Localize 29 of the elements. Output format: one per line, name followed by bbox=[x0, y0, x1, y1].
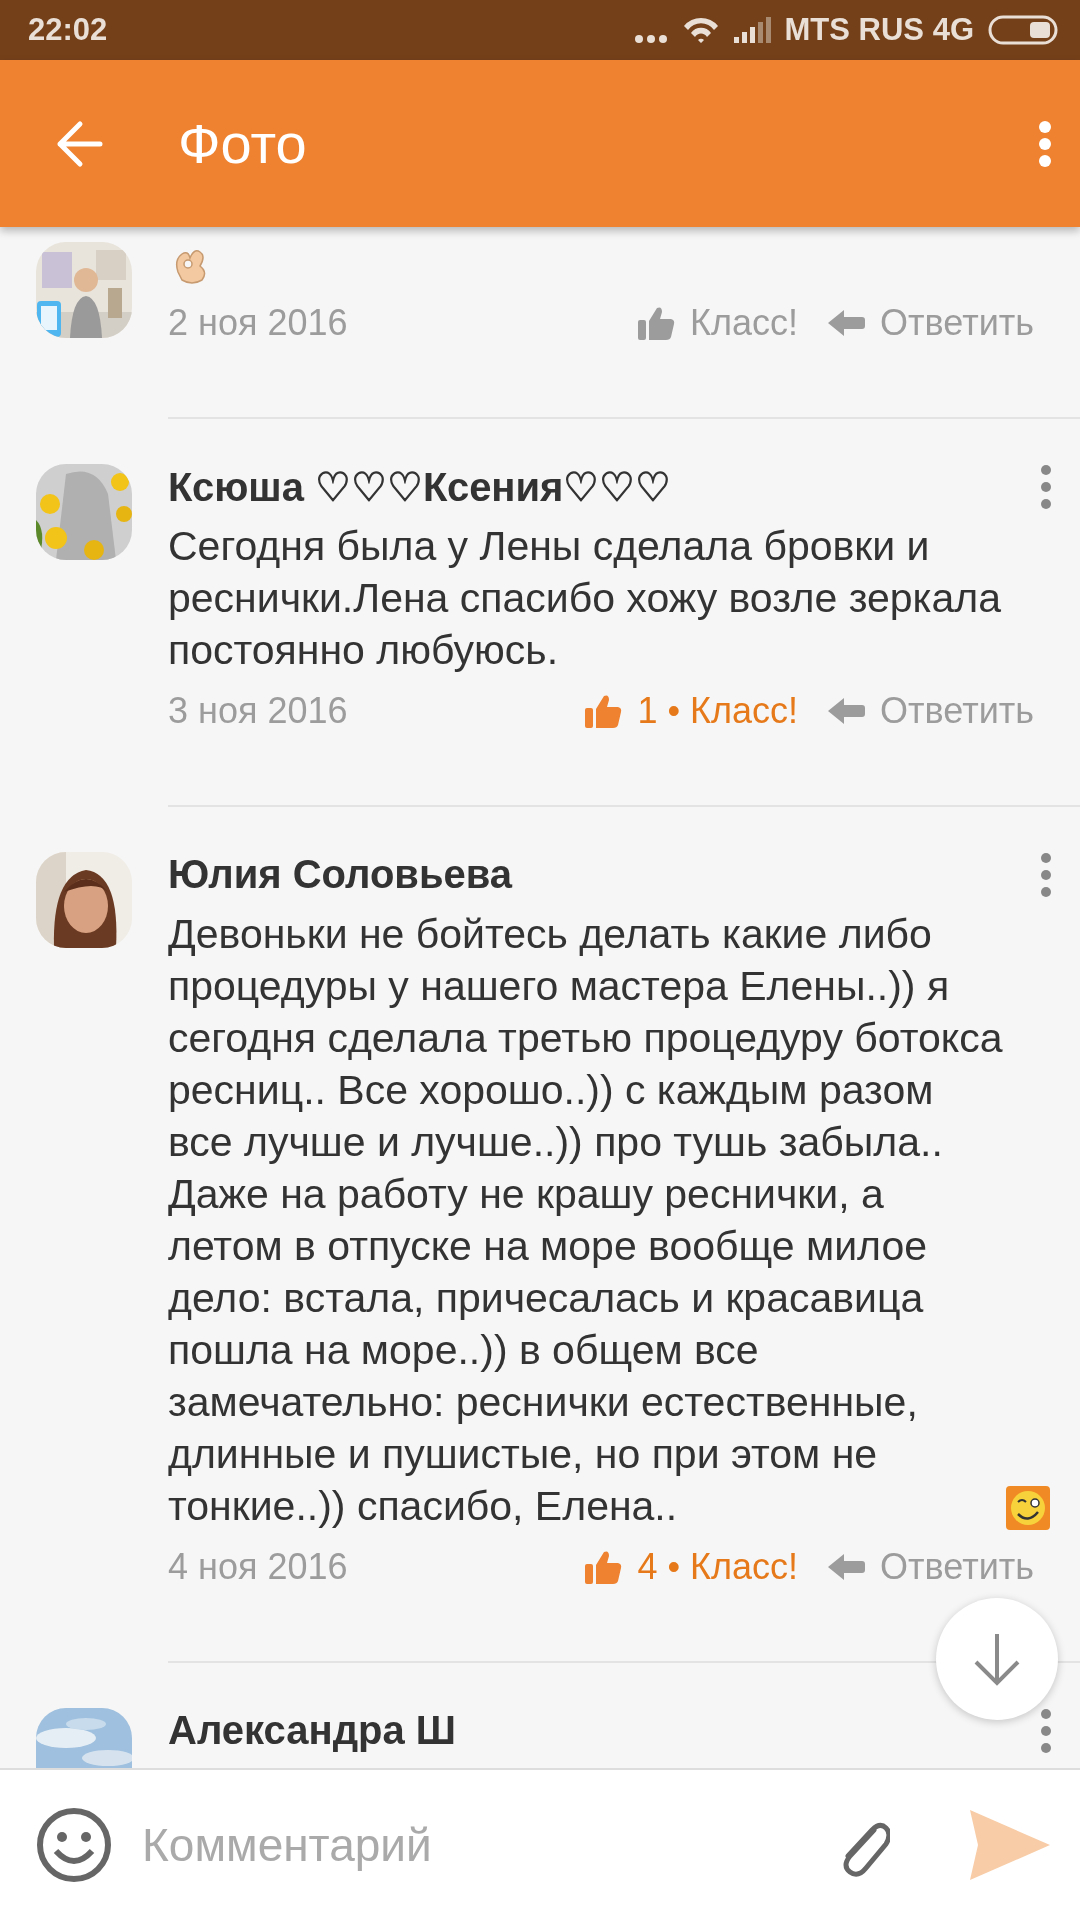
more-icon[interactable] bbox=[1040, 464, 1052, 510]
author-name: Юлия Соловьева bbox=[168, 852, 514, 897]
reply-button[interactable]: Ответить bbox=[826, 302, 1034, 344]
like-button[interactable]: Класс! bbox=[636, 302, 799, 344]
screen-title: Фото bbox=[178, 111, 308, 176]
battery-icon bbox=[988, 15, 1058, 45]
comment-text: Сегодня была у Лены сделала бровки и реснички.Лена спасибо хожу возле зеркала постоянно любуюсь. bbox=[168, 522, 1002, 675]
signal-icon bbox=[733, 17, 771, 43]
more-icon[interactable] bbox=[1040, 852, 1052, 898]
like-button[interactable]: 4 • Класс! bbox=[583, 1546, 799, 1588]
clock: 22:02 bbox=[28, 12, 109, 48]
comment-text: Девоньки не бойтесь делать какие либо процедуры у нашего мастера Елены..)) я сегодня сделала третью процедуру ботокса ресниц.. Все хорошо..)) с каждым разом все лучше и лучше..)) про тушь забыла.. Даже на работу не крашу реснички, а летом в отпуске на море вообще милое дело: встала, причесалась и красавица пошла на море..)) в общем все замечательно: реснички естественные, длинные и пушистые, но при этом не тонкие..)) спасибо, Елена.. bbox=[168, 910, 1004, 1531]
author-name: Ксюша ♡♡♡Ксения♡♡♡ bbox=[168, 464, 673, 510]
reply-button[interactable]: Ответить bbox=[826, 690, 1034, 732]
menu-icon[interactable] bbox=[1038, 119, 1052, 168]
carrier-label: MTS RUS 4G bbox=[784, 12, 974, 48]
like-button[interactable]: 1 • Класс! bbox=[583, 690, 799, 732]
comment-date: 2 ноя 2016 bbox=[168, 302, 349, 344]
comment-date: 3 ноя 2016 bbox=[168, 690, 349, 732]
reply-button[interactable]: Ответить bbox=[826, 1546, 1034, 1588]
scroll-down-button[interactable] bbox=[936, 1598, 1058, 1720]
comment-date: 4 ноя 2016 bbox=[168, 1546, 349, 1588]
emoji-icon[interactable] bbox=[36, 1807, 112, 1883]
send-icon bbox=[970, 1810, 1050, 1880]
phone-icon bbox=[36, 300, 62, 338]
author-name: Александра Ш bbox=[168, 1708, 458, 1753]
down-arrow-icon bbox=[972, 1632, 1022, 1686]
more-icon[interactable] bbox=[1040, 1708, 1052, 1754]
comment-input[interactable]: Комментарий bbox=[142, 1818, 800, 1872]
